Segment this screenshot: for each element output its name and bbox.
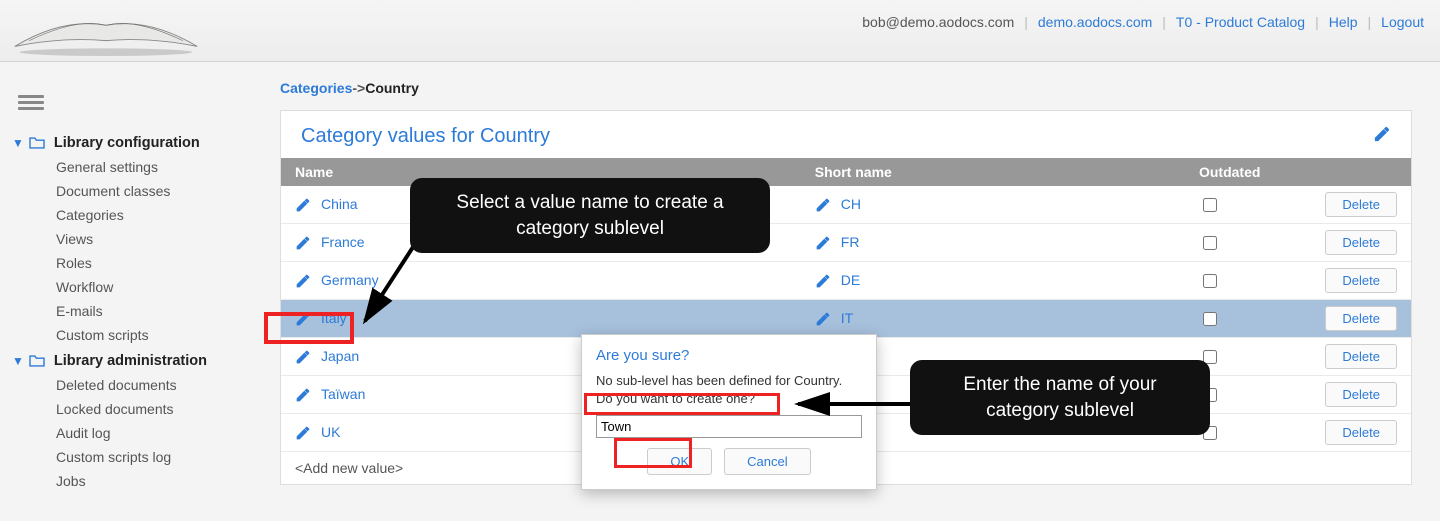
sidebar-item[interactable]: Deleted documents: [12, 373, 246, 397]
open-book-icon: [8, 8, 204, 56]
edit-short-button[interactable]: [815, 197, 831, 213]
pencil-icon: [815, 311, 831, 327]
sidebar-item[interactable]: Locked documents: [12, 397, 246, 421]
ok-button[interactable]: OK: [647, 448, 712, 475]
dialog-title: Are you sure?: [582, 335, 876, 370]
panel-edit-button[interactable]: [1373, 125, 1391, 148]
pencil-icon: [815, 235, 831, 251]
panel-title: Category values for Country: [301, 125, 550, 148]
folder-icon: [28, 354, 46, 368]
pencil-icon: [815, 273, 831, 289]
table-row: Italy IT Delete: [281, 300, 1411, 338]
short-name: FR: [841, 234, 860, 250]
pencil-icon: [815, 197, 831, 213]
edit-name-button[interactable]: [295, 387, 311, 403]
edit-short-button[interactable]: [815, 235, 831, 251]
folder-icon: [28, 136, 46, 150]
edit-short-button[interactable]: [815, 311, 831, 327]
sidebar-section-title: Library configuration: [54, 135, 200, 151]
cancel-button[interactable]: Cancel: [724, 448, 810, 475]
table-row: GermanyDEDelete: [281, 262, 1411, 300]
sidebar-item[interactable]: Roles: [12, 251, 246, 275]
arrow-to-input: [790, 392, 920, 416]
delete-button[interactable]: Delete: [1325, 268, 1397, 293]
annotation-select-value: Select a value name to create a category…: [410, 178, 770, 253]
delete-button[interactable]: Delete: [1325, 382, 1397, 407]
outdated-checkbox[interactable]: [1203, 312, 1217, 326]
sidebar-item[interactable]: Custom scripts: [12, 323, 246, 347]
sidebar-section-title: Library administration: [54, 353, 207, 369]
sidebar-section-header[interactable]: ▼ Library administration: [12, 353, 246, 369]
hamburger-icon[interactable]: [18, 95, 44, 115]
outdated-checkbox[interactable]: [1203, 274, 1217, 288]
pencil-icon: [295, 425, 311, 441]
edit-name-button[interactable]: [295, 425, 311, 441]
edit-name-button[interactable]: [295, 311, 311, 327]
pencil-icon: [295, 311, 311, 327]
value-name-link[interactable]: Italy: [321, 310, 347, 326]
sidebar-item[interactable]: Custom scripts log: [12, 445, 246, 469]
short-name: CH: [841, 196, 861, 212]
header-link-logout[interactable]: Logout: [1381, 14, 1424, 30]
pencil-icon: [1373, 125, 1391, 143]
pencil-icon: [295, 273, 311, 289]
value-name-link[interactable]: China: [321, 196, 358, 212]
sublevel-name-input[interactable]: [596, 415, 862, 438]
header-link-domain[interactable]: demo.aodocs.com: [1038, 14, 1152, 30]
sidebar-item[interactable]: General settings: [12, 155, 246, 179]
pencil-icon: [295, 387, 311, 403]
sidebar-item[interactable]: E-mails: [12, 299, 246, 323]
sidebar-item[interactable]: Workflow: [12, 275, 246, 299]
sidebar-item[interactable]: Audit log: [12, 421, 246, 445]
edit-short-button[interactable]: [815, 273, 831, 289]
value-name-link[interactable]: UK: [321, 424, 340, 440]
header-links: bob@demo.aodocs.com | demo.aodocs.com | …: [862, 8, 1424, 30]
delete-button[interactable]: Delete: [1325, 306, 1397, 331]
sidebar-item[interactable]: Categories: [12, 203, 246, 227]
delete-button[interactable]: Delete: [1325, 420, 1397, 445]
short-name: DE: [841, 272, 860, 288]
header-user: bob@demo.aodocs.com: [862, 14, 1014, 30]
pencil-icon: [295, 349, 311, 365]
short-name: IT: [841, 310, 853, 326]
breadcrumb-root[interactable]: Categories: [280, 80, 352, 96]
caret-down-icon: ▼: [12, 136, 24, 150]
sidebar: ▼ Library configuration General settingsDo…: [0, 62, 260, 521]
edit-name-button[interactable]: [295, 349, 311, 365]
app-header: bob@demo.aodocs.com | demo.aodocs.com | …: [0, 0, 1440, 62]
sidebar-item[interactable]: Jobs: [12, 469, 246, 493]
sidebar-item[interactable]: Document classes: [12, 179, 246, 203]
breadcrumb: Categories->Country: [280, 80, 1412, 96]
delete-button[interactable]: Delete: [1325, 344, 1397, 369]
logo: [8, 8, 204, 56]
col-short: Short name: [801, 158, 1185, 186]
delete-button[interactable]: Delete: [1325, 230, 1397, 255]
outdated-checkbox[interactable]: [1203, 236, 1217, 250]
sidebar-item[interactable]: Views: [12, 227, 246, 251]
header-link-library[interactable]: T0 - Product Catalog: [1176, 14, 1305, 30]
header-link-help[interactable]: Help: [1329, 14, 1358, 30]
edit-name-button[interactable]: [295, 235, 311, 251]
edit-name-button[interactable]: [295, 197, 311, 213]
outdated-checkbox[interactable]: [1203, 198, 1217, 212]
delete-button[interactable]: Delete: [1325, 192, 1397, 217]
value-name-link[interactable]: Taïwan: [321, 386, 365, 402]
col-actions: [1287, 158, 1411, 186]
caret-down-icon: ▼: [12, 354, 24, 368]
pencil-icon: [295, 197, 311, 213]
col-outdated: Outdated: [1185, 158, 1287, 186]
breadcrumb-current: Country: [365, 80, 419, 96]
annotation-enter-name: Enter the name of your category sublevel: [910, 360, 1210, 435]
sidebar-section-header[interactable]: ▼ Library configuration: [12, 135, 246, 151]
pencil-icon: [295, 235, 311, 251]
value-name-link[interactable]: Japan: [321, 348, 359, 364]
edit-name-button[interactable]: [295, 273, 311, 289]
